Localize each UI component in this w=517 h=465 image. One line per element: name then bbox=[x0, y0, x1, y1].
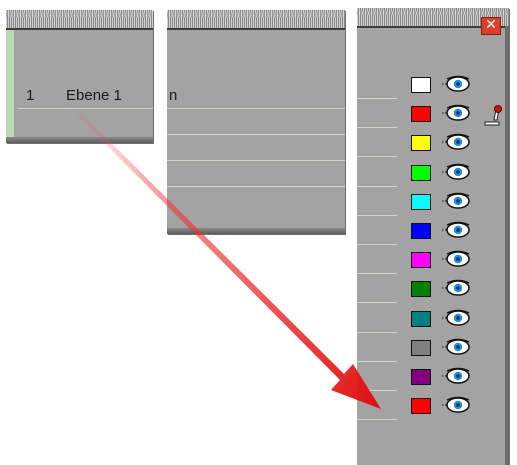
annotation-arrow bbox=[63, 98, 381, 409]
